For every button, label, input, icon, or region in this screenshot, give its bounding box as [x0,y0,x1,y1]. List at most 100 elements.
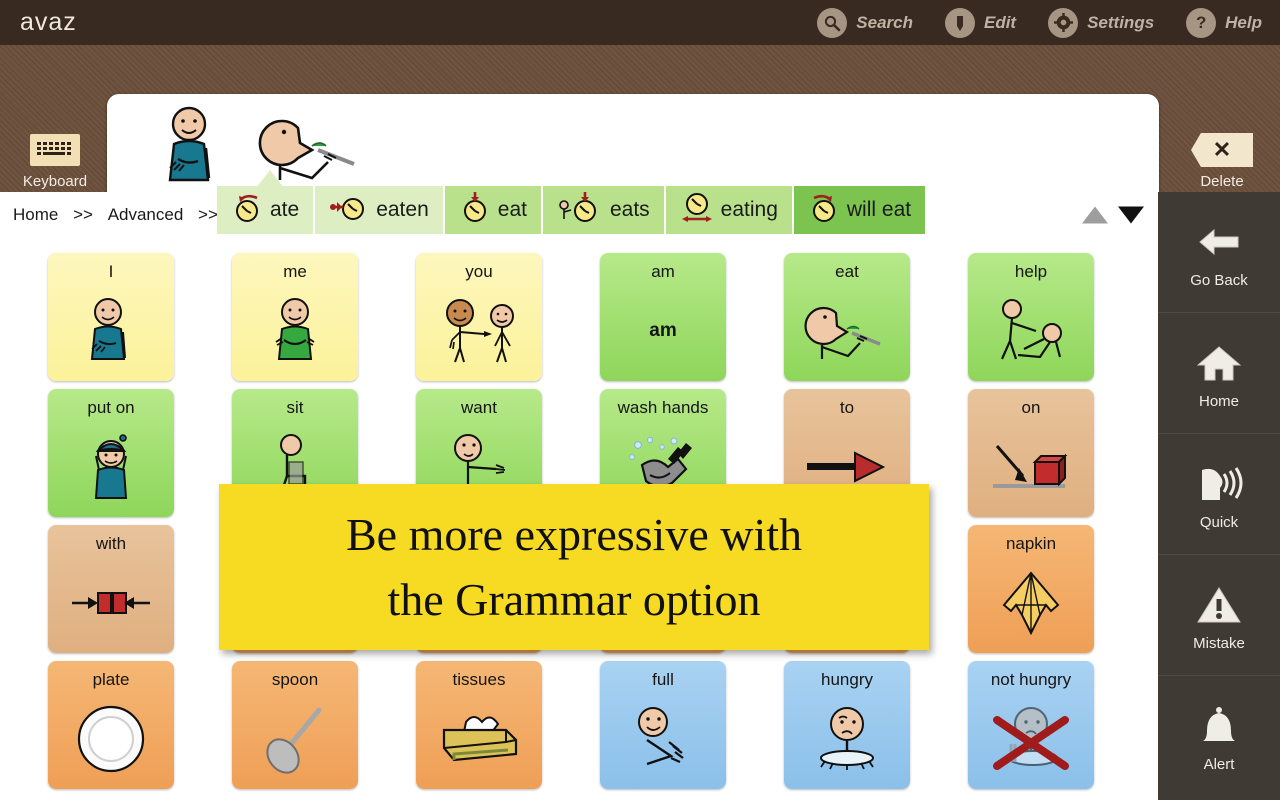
grid-cell: help [968,253,1094,381]
sidebar-item-go-back-label: Go Back [1190,271,1248,289]
grid-cell: me [232,253,358,381]
keyboard-button[interactable]: Keyboard [14,133,96,190]
person-hungry-plate-icon [784,689,910,789]
tense-option-eaten[interactable]: eaten [315,186,445,234]
close-x-icon: ✕ [1191,133,1253,167]
keyboard-icon [29,133,81,167]
sidebar-item-quick[interactable]: Quick [1158,434,1280,555]
grammar-tooltip[interactable]: Be more expressive with the Grammar opti… [219,484,929,650]
card-label: I [108,262,114,281]
card-plate[interactable]: plate [48,661,174,789]
back-arrow-icon [1196,216,1242,268]
tense-option-eat-label: eat [497,198,527,221]
tense-option-eats[interactable]: eats [542,186,666,234]
card-me[interactable]: me [232,253,358,381]
tissue-box-icon [416,689,542,789]
sidebar-item-home[interactable]: Home [1158,313,1280,434]
grid-cell: spoon [232,661,358,789]
keyboard-label: Keyboard [22,173,88,190]
home-icon [1197,337,1241,389]
card-on[interactable]: on [968,389,1094,517]
tense-option-will-eat[interactable]: will eat [793,186,926,234]
breadcrumb-part-1[interactable]: Advanced [108,205,184,224]
person-full-icon [600,689,726,789]
grammar-tooltip-line-1: Be more expressive with [345,508,803,560]
right-sidebar: Go Back Home Quick Mistake Alert [1158,192,1280,800]
top-menu-search-label: Search [856,12,913,32]
tense-option-will-eat-label: will eat [846,198,912,221]
person-pointing-self-icon [139,102,244,190]
top-menu-help[interactable]: ? Help [1186,7,1262,38]
sidebar-item-mistake[interactable]: Mistake [1158,555,1280,676]
top-bar: avaz Search Edit Settings ? Help [0,0,1280,45]
app-logo: avaz [20,8,77,36]
scroll-down-arrow[interactable] [1118,206,1144,223]
tense-option-ate[interactable]: ate [217,186,316,234]
arrow-onto-block-icon [968,417,1094,517]
card-label: eat [835,262,859,281]
sidebar-item-alert-label: Alert [1203,756,1235,773]
two-people-pointing-icon [416,281,542,381]
two-blocks-arrows-icon [48,553,174,653]
card-spoon[interactable]: spoon [232,661,358,789]
napkin-icon [968,553,1094,653]
top-menu-settings[interactable]: Settings [1048,7,1154,38]
tense-option-eats-label: eats [609,198,650,221]
scroll-up-arrow[interactable] [1082,206,1108,223]
sidebar-item-home-label: Home [1198,392,1239,410]
top-menu-edit[interactable]: Edit [944,7,1016,38]
card-i[interactable]: I [48,253,174,381]
clock-dot-left-arrow-icon [329,191,369,229]
card-you[interactable]: you [416,253,542,381]
card-label: on [1021,398,1041,417]
card-label: want [461,398,497,417]
card-eat[interactable]: eat [784,253,910,381]
question-icon: ? [1186,7,1217,38]
card-with[interactable]: with [48,525,174,653]
avaz-app: avaz Search Edit Settings ? Help Keyboar… [0,0,1280,800]
person-helping-person-icon [968,281,1094,381]
sidebar-item-go-back[interactable]: Go Back [1158,192,1280,313]
top-menu: Search Edit Settings ? Help [785,7,1280,38]
scroll-arrows [1082,206,1144,223]
grid-cell: am am [600,253,726,381]
card-am[interactable]: am am [600,253,726,381]
delete-label: Delete [1200,173,1244,190]
card-help[interactable]: help [968,253,1094,381]
card-full[interactable]: full [600,661,726,789]
clock-person-down-arrow-icon [557,191,603,229]
clock-forward-arrow-icon [808,191,840,229]
clock-down-arrow-icon [459,191,491,229]
breadcrumb-sep-0: >> [73,204,93,224]
card-label: napkin [1005,534,1057,553]
card-word: am [649,319,677,341]
card-hungry[interactable]: hungry [784,661,910,789]
delete-button[interactable]: ✕ Delete [1178,133,1266,190]
card-label: not hungry [990,670,1072,689]
sidebar-item-alert[interactable]: Alert [1158,676,1280,797]
breadcrumb-part-0[interactable]: Home [13,205,58,224]
card-label: to [839,398,855,417]
tense-option-eating[interactable]: eating [665,186,794,234]
gear-icon [1048,7,1079,38]
clock-back-arrow-icon [231,191,263,229]
grid-cell: tissues [416,661,542,789]
grid-cell: not hungry [968,661,1094,789]
person-putting-on-hat-icon [48,417,174,517]
card-napkin[interactable]: napkin [968,525,1094,653]
spoon-icon [232,689,358,789]
top-menu-search[interactable]: Search [817,7,913,38]
grammar-tense-bar: ate eaten eat eats eating will eat [217,186,926,234]
clock-双-arrow-icon [680,190,714,230]
card-label: sit [286,398,304,417]
tense-option-eat[interactable]: eat [444,186,543,234]
tense-option-ate-label: ate [270,198,300,221]
grid-cell: eat [784,253,910,381]
card-label: plate [92,670,130,689]
grid-cell: you [416,253,542,381]
pencil-icon [944,7,975,38]
card-tissues[interactable]: tissues [416,661,542,789]
card-not-hungry[interactable]: not hungry [968,661,1094,789]
card-put-on[interactable]: put on [48,389,174,517]
card-label: with [95,534,127,553]
